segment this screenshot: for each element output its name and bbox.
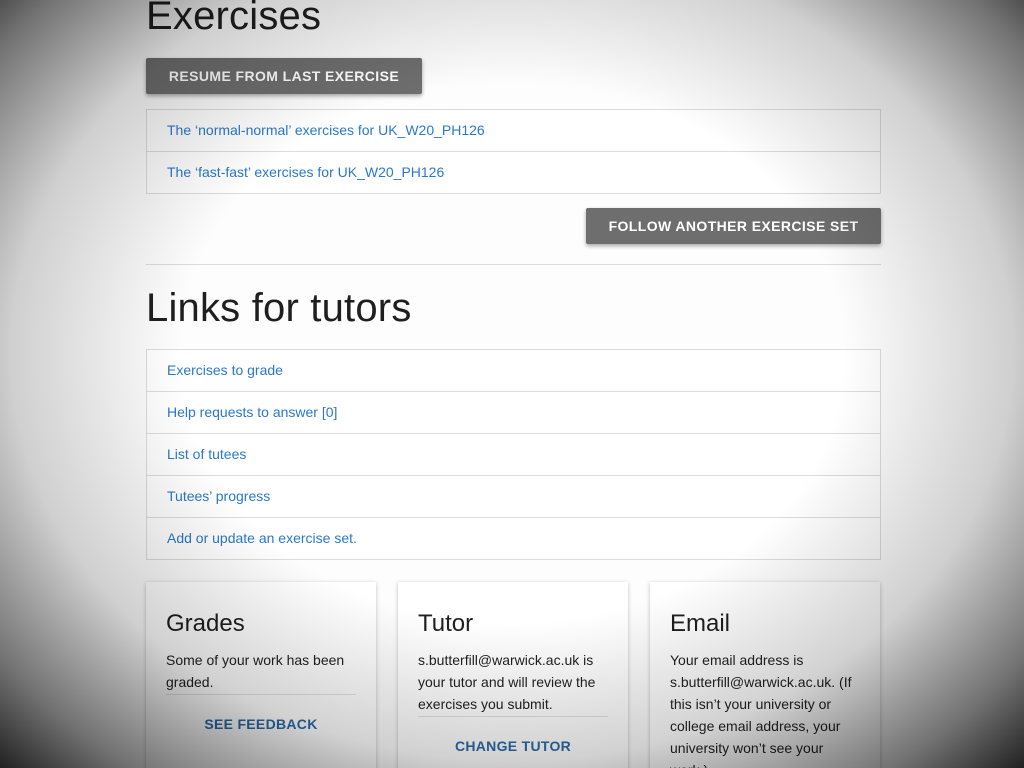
tutor-link-tutees-progress[interactable]: Tutees’ progress: [147, 476, 880, 518]
tutor-links-list: Exercises to grade Help requests to answ…: [146, 349, 881, 560]
tutor-link-help-requests[interactable]: Help requests to answer [0]: [147, 392, 880, 434]
exercise-set-list: The ‘normal-normal’ exercises for UK_W20…: [146, 109, 881, 194]
email-card-title: Email: [670, 610, 731, 637]
exercises-heading: Exercises: [146, 0, 322, 38]
grades-card-separator: [166, 694, 356, 695]
tutor-card-separator: [418, 716, 608, 717]
links-for-tutors-heading: Links for tutors: [146, 286, 412, 330]
tutor-link-exercises-to-grade[interactable]: Exercises to grade: [147, 350, 880, 392]
email-card-text: Your email address is s.butterfill@warwi…: [670, 652, 852, 768]
page: Exercises Resume from last exercise The …: [0, 0, 1024, 768]
tutor-card: Tutor s.butterfill@warwick.ac.uk is your…: [398, 582, 628, 768]
resume-from-last-exercise-button[interactable]: Resume from last exercise: [146, 58, 422, 94]
exercise-set-link-fast-fast[interactable]: The ‘fast-fast’ exercises for UK_W20_PH1…: [147, 152, 880, 193]
see-feedback-link[interactable]: See feedback: [166, 716, 356, 732]
change-tutor-link[interactable]: Change tutor: [418, 738, 608, 754]
section-divider: [146, 264, 881, 265]
tutor-card-title: Tutor: [418, 610, 474, 637]
grades-card: Grades Some of your work has been graded…: [146, 582, 376, 768]
tutor-link-add-update-exercise-set[interactable]: Add or update an exercise set.: [147, 518, 880, 559]
tutor-link-list-of-tutees[interactable]: List of tutees: [147, 434, 880, 476]
tutor-card-text: s.butterfill@warwick.ac.uk is your tutor…: [418, 652, 596, 712]
grades-card-title: Grades: [166, 610, 245, 637]
exercise-set-link-normal-normal[interactable]: The ‘normal-normal’ exercises for UK_W20…: [147, 110, 880, 152]
grades-card-text: Some of your work has been graded.: [166, 652, 345, 690]
email-card: Email Your email address is s.butterfill…: [650, 582, 880, 768]
follow-another-exercise-set-button[interactable]: Follow another exercise set: [586, 208, 881, 244]
